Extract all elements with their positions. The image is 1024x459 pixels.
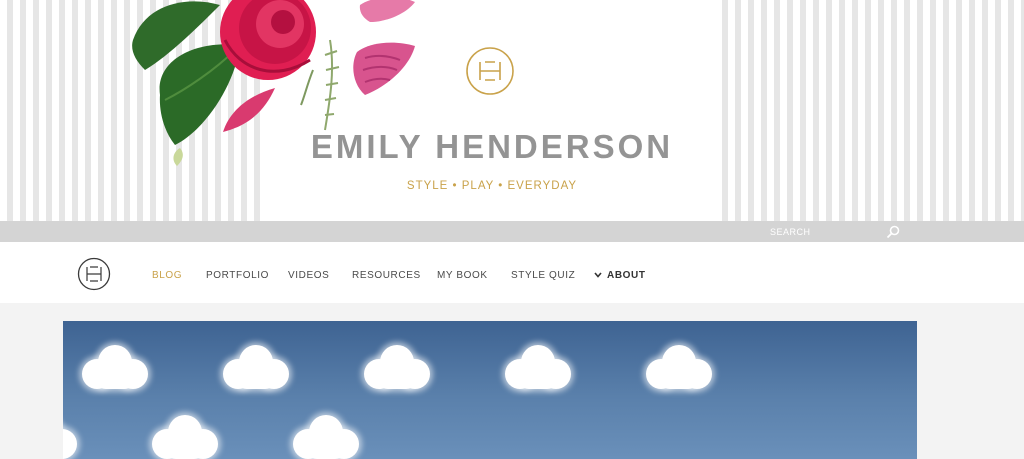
search-bar [0, 221, 1024, 242]
nav-item-blog[interactable]: BLOG [152, 270, 182, 281]
nav-item-resources[interactable]: RESOURCES [352, 270, 421, 281]
nav-item-videos[interactable]: VIDEOS [288, 270, 329, 281]
nav-item-about[interactable]: ABOUT [607, 270, 646, 281]
site-title[interactable]: EMILY HENDERSON [262, 128, 722, 166]
cloud-shape [63, 413, 77, 459]
home-logo-icon[interactable] [77, 257, 111, 291]
main-navigation: BLOG PORTFOLIO VIDEOS RESOURCES MY BOOK … [0, 242, 1024, 303]
cloud-shape [152, 413, 218, 459]
nav-item-portfolio[interactable]: PORTFOLIO [206, 270, 269, 281]
nav-item-style-quiz[interactable]: STYLE QUIZ [511, 270, 575, 281]
cloud-shape [364, 343, 430, 391]
cloud-shape [223, 343, 289, 391]
cloud-shape [82, 343, 148, 391]
cloud-shape [646, 343, 712, 391]
eh-monogram-icon [466, 47, 514, 95]
cloud-shape [505, 343, 571, 391]
header-banner: EMILY HENDERSON STYLE • PLAY • EVERYDAY [0, 0, 1024, 221]
nav-item-my-book[interactable]: MY BOOK [437, 270, 488, 281]
cloud-shape [293, 413, 359, 459]
search-icon[interactable] [886, 225, 900, 239]
hero-image[interactable] [63, 321, 917, 459]
chevron-down-icon[interactable] [594, 272, 602, 278]
site-tagline: STYLE • PLAY • EVERYDAY [406, 180, 578, 192]
